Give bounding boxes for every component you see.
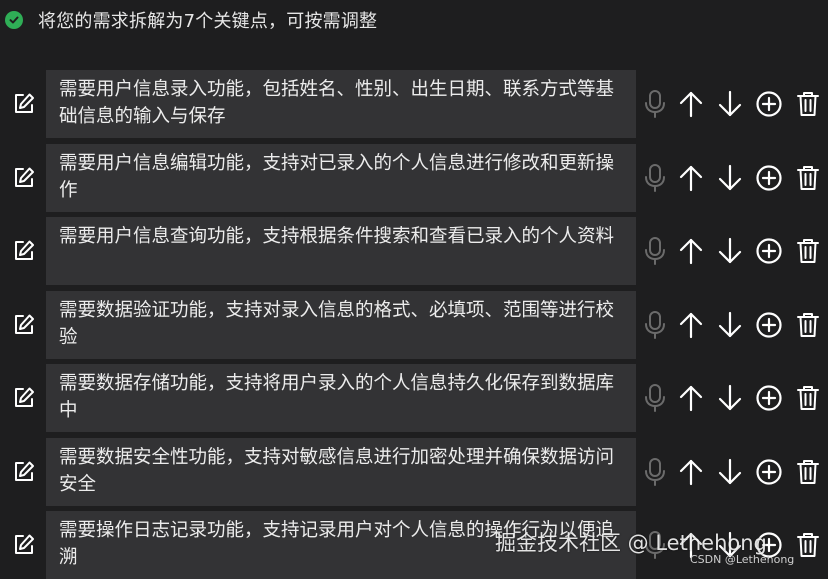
arrow-down-icon[interactable]	[712, 381, 748, 415]
trash-icon[interactable]	[790, 161, 826, 195]
requirement-row: 需要数据验证功能，支持对录入信息的格式、必填项、范围等进行校验	[0, 291, 828, 359]
arrow-up-icon[interactable]	[673, 455, 709, 489]
arrow-up-icon[interactable]	[673, 87, 709, 121]
arrow-down-icon[interactable]	[712, 161, 748, 195]
trash-icon[interactable]	[790, 87, 826, 121]
microphone-icon	[640, 87, 670, 121]
edit-icon[interactable]	[10, 531, 38, 559]
row-actions	[640, 234, 828, 268]
header: 将您的需求拆解为7个关键点，可按需调整	[0, 0, 828, 40]
row-actions	[640, 161, 828, 195]
trash-icon[interactable]	[790, 234, 826, 268]
trash-icon[interactable]	[790, 381, 826, 415]
edit-icon[interactable]	[10, 237, 38, 265]
arrow-down-icon[interactable]	[712, 87, 748, 121]
arrow-up-icon[interactable]	[673, 308, 709, 342]
microphone-icon	[640, 234, 670, 268]
requirement-row: 需要用户信息录入功能，包括姓名、性别、出生日期、联系方式等基础信息的输入与保存	[0, 70, 828, 138]
plus-circle-icon[interactable]	[751, 455, 787, 489]
trash-icon[interactable]	[790, 455, 826, 489]
row-actions	[640, 87, 828, 121]
edit-icon[interactable]	[10, 384, 38, 412]
requirement-text[interactable]: 需要用户信息编辑功能，支持对已录入的个人信息进行修改和更新操作	[46, 144, 636, 212]
arrow-down-icon[interactable]	[712, 308, 748, 342]
requirement-text[interactable]: 需要数据验证功能，支持对录入信息的格式、必填项、范围等进行校验	[46, 291, 636, 359]
plus-circle-icon[interactable]	[751, 161, 787, 195]
microphone-icon	[640, 455, 670, 489]
requirement-row: 需要数据安全性功能，支持对敏感信息进行加密处理并确保数据访问安全	[0, 438, 828, 506]
requirement-row: 需要用户信息查询功能，支持根据条件搜索和查看已录入的个人资料	[0, 217, 828, 285]
arrow-up-icon[interactable]	[673, 161, 709, 195]
plus-circle-icon[interactable]	[751, 234, 787, 268]
requirement-row: 需要用户信息编辑功能，支持对已录入的个人信息进行修改和更新操作	[0, 144, 828, 212]
requirement-text[interactable]: 需要数据存储功能，支持将用户录入的个人信息持久化保存到数据库中	[46, 364, 636, 432]
trash-icon[interactable]	[790, 308, 826, 342]
microphone-icon	[640, 308, 670, 342]
edit-icon[interactable]	[10, 311, 38, 339]
microphone-icon	[640, 381, 670, 415]
edit-icon[interactable]	[10, 458, 38, 486]
row-actions	[640, 381, 828, 415]
check-circle-icon	[5, 11, 23, 29]
arrow-up-icon[interactable]	[673, 234, 709, 268]
requirement-row: 需要数据存储功能，支持将用户录入的个人信息持久化保存到数据库中	[0, 364, 828, 432]
header-title: 将您的需求拆解为7个关键点，可按需调整	[38, 11, 378, 32]
row-actions	[640, 455, 828, 489]
plus-circle-icon[interactable]	[751, 87, 787, 121]
csdn-watermark: CSDN @Lethehong	[690, 553, 795, 566]
arrow-down-icon[interactable]	[712, 455, 748, 489]
requirement-text[interactable]: 需要用户信息录入功能，包括姓名、性别、出生日期、联系方式等基础信息的输入与保存	[46, 70, 636, 138]
arrow-up-icon[interactable]	[673, 381, 709, 415]
plus-circle-icon[interactable]	[751, 308, 787, 342]
trash-icon[interactable]	[790, 528, 826, 562]
arrow-down-icon[interactable]	[712, 234, 748, 268]
row-actions	[640, 308, 828, 342]
edit-icon[interactable]	[10, 164, 38, 192]
requirement-text[interactable]: 需要用户信息查询功能，支持根据条件搜索和查看已录入的个人资料	[46, 217, 636, 285]
plus-circle-icon[interactable]	[751, 381, 787, 415]
edit-icon[interactable]	[10, 90, 38, 118]
microphone-icon	[640, 161, 670, 195]
requirement-text[interactable]: 需要数据安全性功能，支持对敏感信息进行加密处理并确保数据访问安全	[46, 438, 636, 506]
